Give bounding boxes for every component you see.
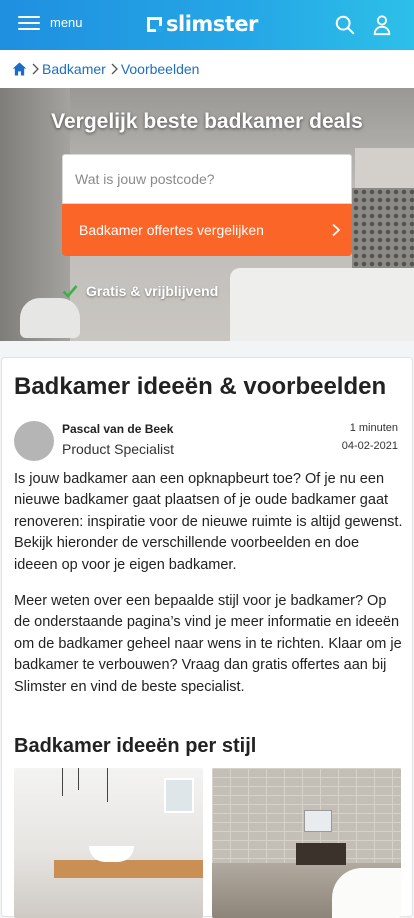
menu-label: menu (50, 15, 83, 30)
thumb-bathtub (332, 868, 401, 918)
pendant-lamp-icon (107, 768, 108, 802)
breadcrumb-voorbeelden[interactable]: Voorbeelden (121, 61, 200, 77)
author-avatar (14, 421, 54, 461)
user-icon[interactable] (371, 14, 393, 36)
check-icon (62, 285, 78, 298)
pendant-lamp-icon (62, 768, 63, 796)
author-name: Pascal van de Beek (62, 422, 174, 436)
slimster-logo[interactable]: slimster (147, 12, 258, 36)
article-card: Badkamer ideeën & voorbeelden Pascal van… (1, 357, 413, 918)
search-icon[interactable] (334, 14, 356, 36)
breadcrumb: Badkamer Voorbeelden (0, 50, 414, 88)
publish-date: 04-02-2021 (341, 440, 398, 452)
hamburger-icon (18, 14, 40, 32)
hero-title: Vergelijk beste badkamer deals (51, 110, 363, 133)
compare-quotes-button[interactable]: Badkamer offertes vergelijken (62, 204, 352, 256)
top-header: menu slimster (0, 0, 414, 50)
breadcrumb-badkamer[interactable]: Badkamer (42, 61, 106, 77)
postcode-input[interactable] (62, 154, 352, 204)
section-title: Badkamer ideeën per stijl (14, 735, 257, 757)
menu-button[interactable]: menu (18, 14, 83, 32)
hero-bg-bathtub (230, 268, 414, 341)
chevron-right-icon (332, 223, 341, 237)
logo-mark-icon (147, 16, 162, 32)
thumb-window (164, 778, 194, 813)
read-time: 1 minuten (349, 422, 398, 434)
pendant-lamp-icon (78, 768, 79, 790)
intro-paragraph: Is jouw badkamer aan een opknapbeurt toe… (14, 471, 403, 573)
compare-quotes-label: Badkamer offertes vergelijken (79, 222, 264, 238)
hero-bg-toilet (20, 298, 80, 338)
thumb-mirror (304, 810, 332, 832)
home-icon[interactable] (12, 62, 27, 76)
free-label: Gratis & vrijblijvend (86, 283, 219, 299)
hero-banner: Vergelijk beste badkamer deals Badkamer … (0, 88, 414, 341)
logo-text: slimster (166, 12, 258, 36)
thumb-counter (54, 860, 203, 878)
thumb-vanity (296, 843, 346, 865)
author-role: Product Specialist (62, 441, 175, 457)
free-notice: Gratis & vrijblijvend (62, 283, 218, 299)
hero-bg-shelf (355, 148, 414, 188)
page-title: Badkamer ideeën & voorbeelden (14, 373, 387, 400)
chevron-right-icon (111, 63, 118, 75)
chevron-right-icon (32, 63, 39, 75)
info-paragraph: Meer weten over een bepaalde stijl voor … (14, 593, 402, 695)
